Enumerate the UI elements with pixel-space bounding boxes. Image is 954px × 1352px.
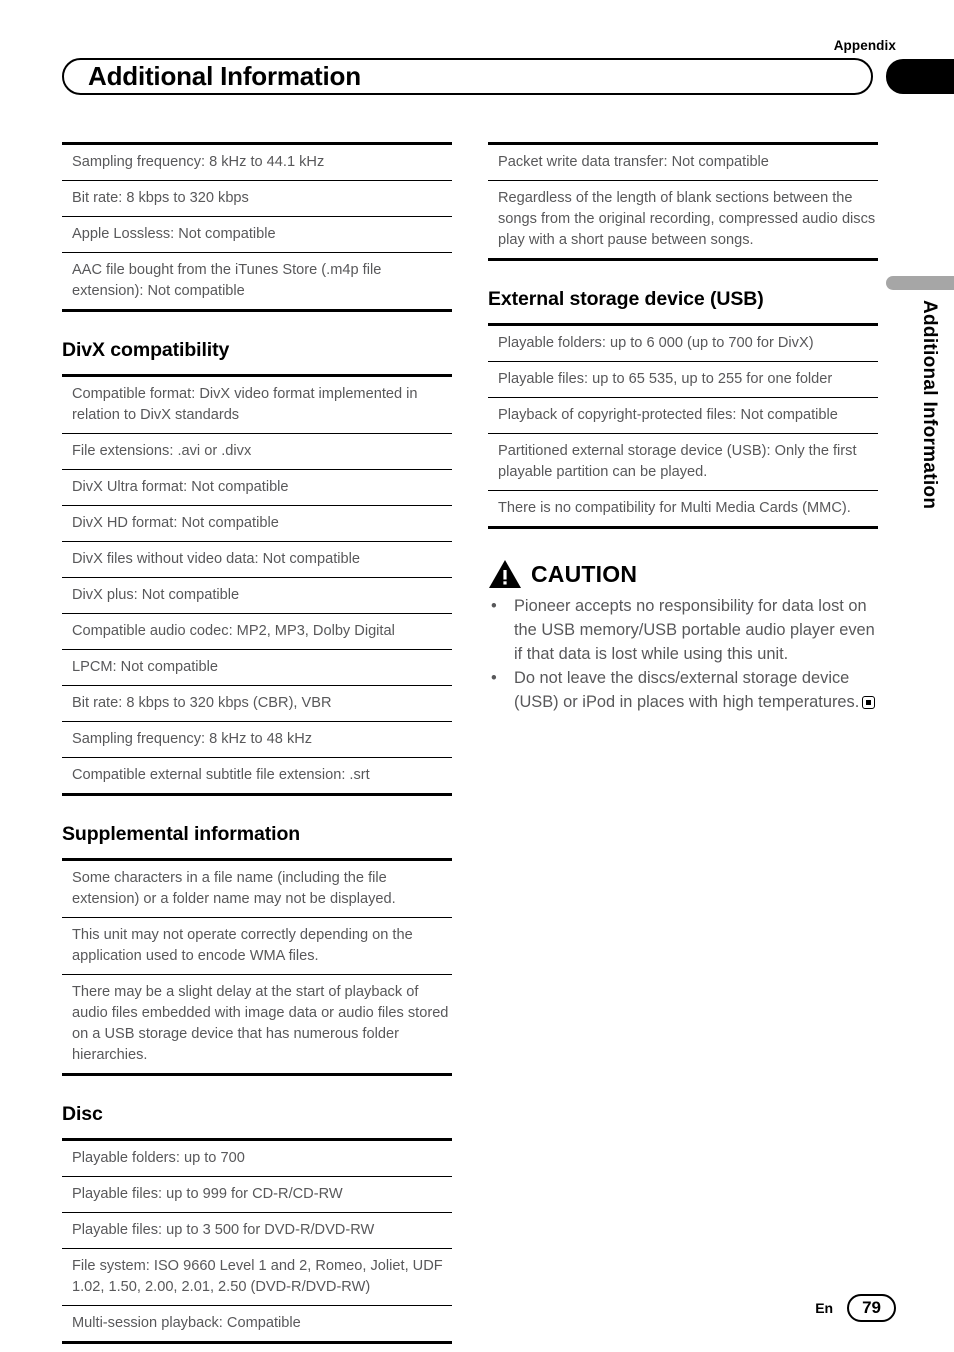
spec-table: Packet write data transfer: Not compatib… [488, 142, 878, 261]
bullet-icon: • [491, 669, 497, 688]
table-row: AAC file bought from the iTunes Store (.… [72, 262, 382, 299]
list-item: • Pioneer accepts no responsibility for … [488, 595, 878, 666]
page-number: 79 [847, 1294, 896, 1322]
section-disc: Disc Playable folders: up to 700 Playabl… [62, 1103, 452, 1344]
table-row: Regardless of the length of blank sectio… [498, 190, 876, 248]
spec-table: Playable folders: up to 6 000 (up to 700… [488, 323, 878, 529]
page-footer: En 79 [815, 1294, 896, 1322]
side-tab-marker [886, 276, 954, 290]
table-row: Packet write data transfer: Not compatib… [488, 145, 878, 181]
left-column: Sampling frequency: 8 kHz to 44.1 kHz Bi… [62, 142, 452, 1344]
bullet-icon: • [491, 597, 497, 615]
caution-header: CAUTION [488, 559, 878, 589]
spec-table: Some characters in a file name (includin… [62, 858, 452, 1076]
table-row: Some characters in a file name (includin… [62, 861, 452, 918]
spec-table: Playable folders: up to 700 Playable fil… [62, 1138, 452, 1344]
table-row: File extensions: .avi or .divx [62, 434, 452, 470]
section-supplemental-information: Supplemental information Some characters… [62, 823, 452, 1076]
table-row: Partitioned external storage device (USB… [488, 434, 878, 491]
caution-list: • Pioneer accepts no responsibility for … [488, 595, 878, 715]
table-row: Playable files: up to 65 535, up to 255 … [488, 362, 878, 398]
table-row: Playback of copyright-protected files: N… [488, 398, 878, 434]
section-heading: External storage device (USB) [488, 288, 764, 310]
table-row: DivX Ultra format: Not compatible [62, 470, 452, 506]
language-code: En [815, 1300, 834, 1316]
list-item-text: Do not leave the discs/external storage … [514, 669, 860, 712]
page-title: Additional Information [88, 61, 361, 91]
warning-triangle-icon [489, 560, 521, 588]
caution-label: CAUTION [531, 560, 638, 587]
table-row: Multi-session playback: Compatible [72, 1315, 301, 1331]
table-row: Compatible format: DivX video format imp… [62, 377, 452, 434]
section-heading: Supplemental information [62, 823, 301, 845]
section-continued-audio-specs: Sampling frequency: 8 kHz to 44.1 kHz Bi… [62, 142, 452, 312]
side-tab-label: Additional Information [919, 300, 940, 510]
table-row: Compatible audio codec: MP2, MP3, Dolby … [62, 614, 452, 650]
table-row: Playable files: up to 999 for CD-R/CD-RW [62, 1177, 452, 1213]
table-row: There is no compatibility for Multi Medi… [498, 500, 851, 516]
table-row: DivX files without video data: Not compa… [62, 542, 452, 578]
right-column: Packet write data transfer: Not compatib… [488, 142, 878, 716]
section-continued-disc-notes: Packet write data transfer: Not compatib… [488, 142, 878, 261]
table-row: Playable folders: up to 6 000 (up to 700… [488, 326, 878, 362]
table-row: Playable files: up to 3 500 for DVD-R/DV… [62, 1213, 452, 1249]
spec-table: Compatible format: DivX video format imp… [62, 374, 452, 796]
section-heading: DivX compatibility [62, 339, 230, 361]
end-of-section-icon [862, 696, 876, 710]
table-row: Compatible external subtitle file extens… [72, 767, 370, 783]
list-item-text: Pioneer accepts no responsibility for da… [514, 597, 875, 663]
table-row: Sampling frequency: 8 kHz to 44.1 kHz [62, 145, 452, 181]
header-edge-tab [886, 59, 954, 94]
table-row: LPCM: Not compatible [62, 650, 452, 686]
section-heading: Disc [62, 1103, 103, 1125]
list-item: • Do not leave the discs/external storag… [488, 667, 878, 715]
table-row: DivX plus: Not compatible [62, 578, 452, 614]
section-caution: CAUTION • Pioneer accepts no responsibil… [488, 559, 878, 715]
table-row: File system: ISO 9660 Level 1 and 2, Rom… [62, 1249, 452, 1306]
table-row: Sampling frequency: 8 kHz to 48 kHz [62, 722, 452, 758]
table-row: DivX HD format: Not compatible [62, 506, 452, 542]
table-row: This unit may not operate correctly depe… [62, 918, 452, 975]
table-row: Apple Lossless: Not compatible [62, 217, 452, 253]
spec-table: Sampling frequency: 8 kHz to 44.1 kHz Bi… [62, 142, 452, 312]
table-row: Bit rate: 8 kbps to 320 kbps [62, 181, 452, 217]
section-external-storage-usb: External storage device (USB) Playable f… [488, 288, 878, 529]
section-divx-compatibility: DivX compatibility Compatible format: Di… [62, 339, 452, 796]
appendix-label: Appendix [833, 38, 896, 53]
table-row: There may be a slight delay at the start… [72, 984, 449, 1063]
table-row: Bit rate: 8 kbps to 320 kbps (CBR), VBR [62, 686, 452, 722]
table-row: Playable folders: up to 700 [62, 1141, 452, 1177]
